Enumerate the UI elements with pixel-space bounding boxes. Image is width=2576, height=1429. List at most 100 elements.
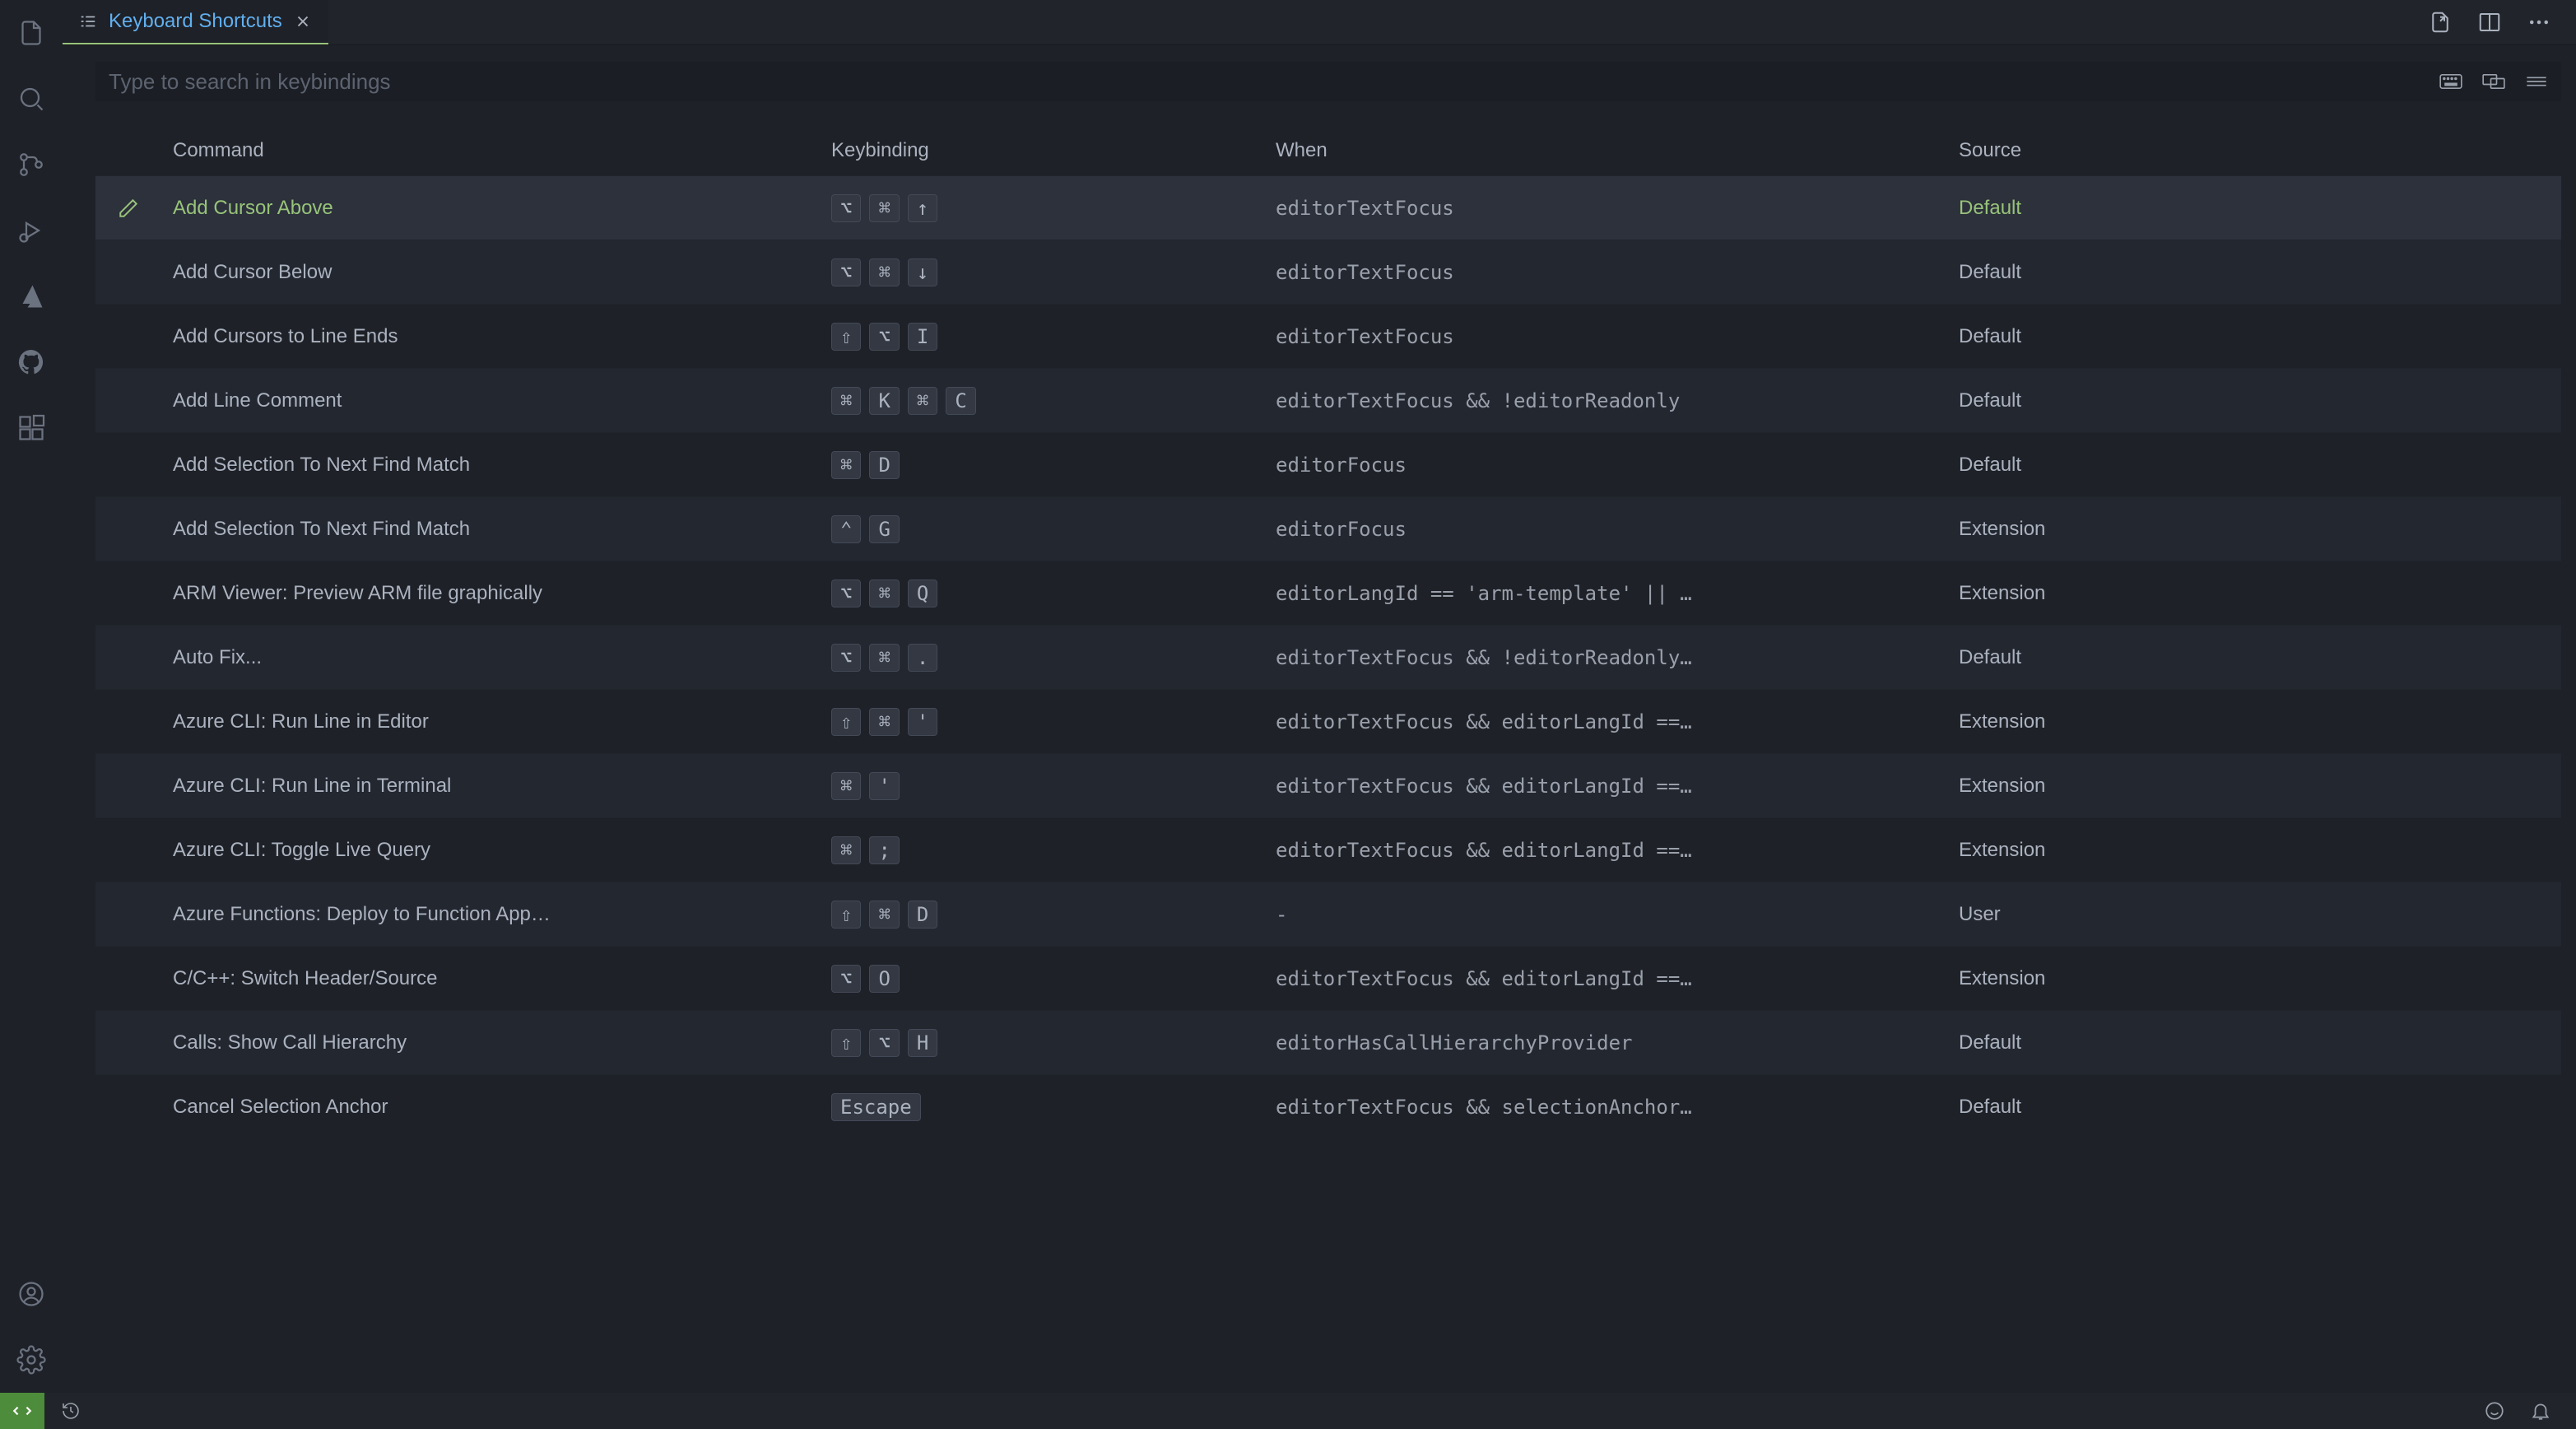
table-row[interactable]: Add Selection To Next Find Match⌘Deditor…: [95, 432, 2561, 496]
table-row[interactable]: Add Line Comment⌘K⌘CeditorTextFocus && !…: [95, 368, 2561, 432]
header-command[interactable]: Command: [161, 139, 820, 162]
source-control-icon[interactable]: [15, 148, 48, 181]
keybinding-cell: ⌘;: [820, 836, 1264, 864]
sort-precedence-icon[interactable]: [2482, 72, 2505, 91]
settings-gear-icon[interactable]: [15, 1343, 48, 1376]
when-cell: editorTextFocus: [1264, 197, 1947, 220]
search-input[interactable]: [109, 69, 2439, 95]
run-debug-icon[interactable]: [15, 214, 48, 247]
key-badge: ': [869, 772, 899, 800]
table-row[interactable]: Add Selection To Next Find Match⌃Geditor…: [95, 496, 2561, 561]
command-cell: Auto Fix...: [161, 646, 820, 669]
open-file-icon[interactable]: [2428, 10, 2453, 35]
keybindings-table: Command Keybinding When Source Add Curso…: [95, 126, 2561, 1138]
table-row[interactable]: Azure Functions: Deploy to Function App……: [95, 882, 2561, 946]
key-badge: ⇧: [831, 901, 861, 929]
key-badge: K: [869, 387, 899, 415]
key-badge: ⌘: [869, 194, 899, 222]
search-icon[interactable]: [15, 82, 48, 115]
table-row[interactable]: Azure CLI: Toggle Live Query⌘;editorText…: [95, 817, 2561, 882]
key-badge: ⌥: [831, 194, 861, 222]
keybinding-cell: ⇧ ⌥ H: [820, 1029, 1264, 1057]
command-cell: Azure CLI: Run Line in Terminal: [161, 775, 820, 798]
key-badge: C: [946, 387, 975, 415]
key-badge: D: [908, 901, 937, 929]
key-badge: ⇧: [831, 708, 861, 736]
key-badge: ⌥: [831, 965, 861, 993]
command-cell: Add Cursors to Line Ends: [161, 325, 820, 348]
header-when[interactable]: When: [1264, 139, 1947, 162]
table-row[interactable]: Add Cursors to Line Ends⇧⌥IeditorTextFoc…: [95, 304, 2561, 368]
key-badge: ⌘: [908, 387, 937, 415]
source-cell: Extension: [1947, 582, 2211, 605]
close-icon[interactable]: [294, 12, 312, 30]
github-icon[interactable]: [15, 346, 48, 379]
remote-button[interactable]: [0, 1393, 44, 1429]
keybinding-cell: ⌥ ⌘ ↑: [820, 194, 1264, 222]
header-source[interactable]: Source: [1947, 139, 2211, 162]
key-badge: ↑: [908, 194, 937, 222]
history-icon[interactable]: [61, 1401, 81, 1421]
when-cell: editorTextFocus: [1264, 325, 1947, 348]
split-editor-icon[interactable]: [2477, 10, 2502, 35]
key-badge: ⇧: [831, 1029, 861, 1057]
key-badge: ⌥: [831, 258, 861, 286]
command-cell: Azure Functions: Deploy to Function App…: [161, 903, 820, 926]
key-badge: ⌥: [831, 644, 861, 672]
key-badge: ⌘: [831, 772, 861, 800]
key-badge: ⌘: [869, 580, 899, 607]
table-header: Command Keybinding When Source: [95, 126, 2561, 175]
key-badge: ⌥: [869, 323, 899, 351]
key-badge: ;: [869, 836, 899, 864]
key-badge: ⌘: [869, 644, 899, 672]
activity-bar: [0, 0, 63, 1393]
tab-keyboard-shortcuts[interactable]: Keyboard Shortcuts: [63, 0, 328, 44]
tab-title: Keyboard Shortcuts: [109, 10, 282, 33]
keybinding-cell: ⌥O: [820, 965, 1264, 993]
key-badge: ↓: [908, 258, 937, 286]
table-row[interactable]: Auto Fix...⌥⌘.editorTextFocus && !editor…: [95, 625, 2561, 689]
table-row[interactable]: Azure CLI: Run Line in Terminal ⌘ ' editorT…: [95, 753, 2561, 817]
accounts-icon[interactable]: [15, 1278, 48, 1310]
key-badge: ⌃: [831, 515, 861, 543]
source-cell: Default: [1947, 389, 2211, 412]
record-keys-icon[interactable]: [2439, 72, 2462, 91]
when-cell: editorHasCallHierarchyProvider: [1264, 1031, 1947, 1054]
command-cell: Add Cursor Below: [161, 261, 820, 284]
azure-icon[interactable]: [15, 280, 48, 313]
table-row[interactable]: Calls: Show Call Hierarchy⇧⌥HeditorHasCa…: [95, 1010, 2561, 1074]
when-cell: editorTextFocus && !editorReadonly…: [1264, 646, 1947, 669]
source-cell: Default: [1947, 325, 2211, 348]
when-cell: editorFocus: [1264, 518, 1947, 541]
key-badge: ⌥: [869, 1029, 899, 1057]
extensions-icon[interactable]: [15, 412, 48, 445]
key-badge: H: [908, 1029, 937, 1057]
when-cell: editorTextFocus && editorLangId ==…: [1264, 775, 1947, 798]
when-cell: editorTextFocus && selectionAnchor…: [1264, 1096, 1947, 1119]
when-cell: -: [1264, 903, 1947, 926]
feedback-icon[interactable]: [2484, 1400, 2505, 1422]
table-row[interactable]: Cancel Selection AnchorEscapeeditorTextF…: [95, 1074, 2561, 1138]
keybinding-cell: Escape: [820, 1093, 1264, 1121]
edit-cell[interactable]: [95, 198, 161, 219]
header-keybinding[interactable]: Keybinding: [820, 139, 1264, 162]
table-row[interactable]: Azure CLI: Run Line in Editor⇧⌘'editorTe…: [95, 689, 2561, 753]
table-row[interactable]: Add Cursor Above⌥⌘↑editorTextFocusDefaul…: [95, 175, 2561, 240]
key-badge: ⇧: [831, 323, 861, 351]
source-cell: Default: [1947, 197, 2211, 220]
table-row[interactable]: Add Cursor Below⌥⌘↓editorTextFocusDefaul…: [95, 240, 2561, 304]
source-cell: Default: [1947, 1031, 2211, 1054]
key-badge: G: [869, 515, 899, 543]
explorer-icon[interactable]: [15, 16, 48, 49]
table-row[interactable]: C/C++: Switch Header/Source⌥OeditorTextF…: [95, 946, 2561, 1010]
pencil-icon: [118, 198, 139, 219]
more-icon[interactable]: [2527, 10, 2551, 35]
bell-icon[interactable]: [2530, 1400, 2551, 1422]
command-cell: Cancel Selection Anchor: [161, 1096, 820, 1119]
keybinding-cell: ⌃G: [820, 515, 1264, 543]
keybinding-cell: ⇧⌘': [820, 708, 1264, 736]
clear-search-icon[interactable]: [2525, 72, 2548, 91]
key-badge: ⌘: [869, 258, 899, 286]
table-row[interactable]: ARM Viewer: Preview ARM file graphically…: [95, 561, 2561, 625]
command-cell: Azure CLI: Toggle Live Query: [161, 839, 820, 862]
